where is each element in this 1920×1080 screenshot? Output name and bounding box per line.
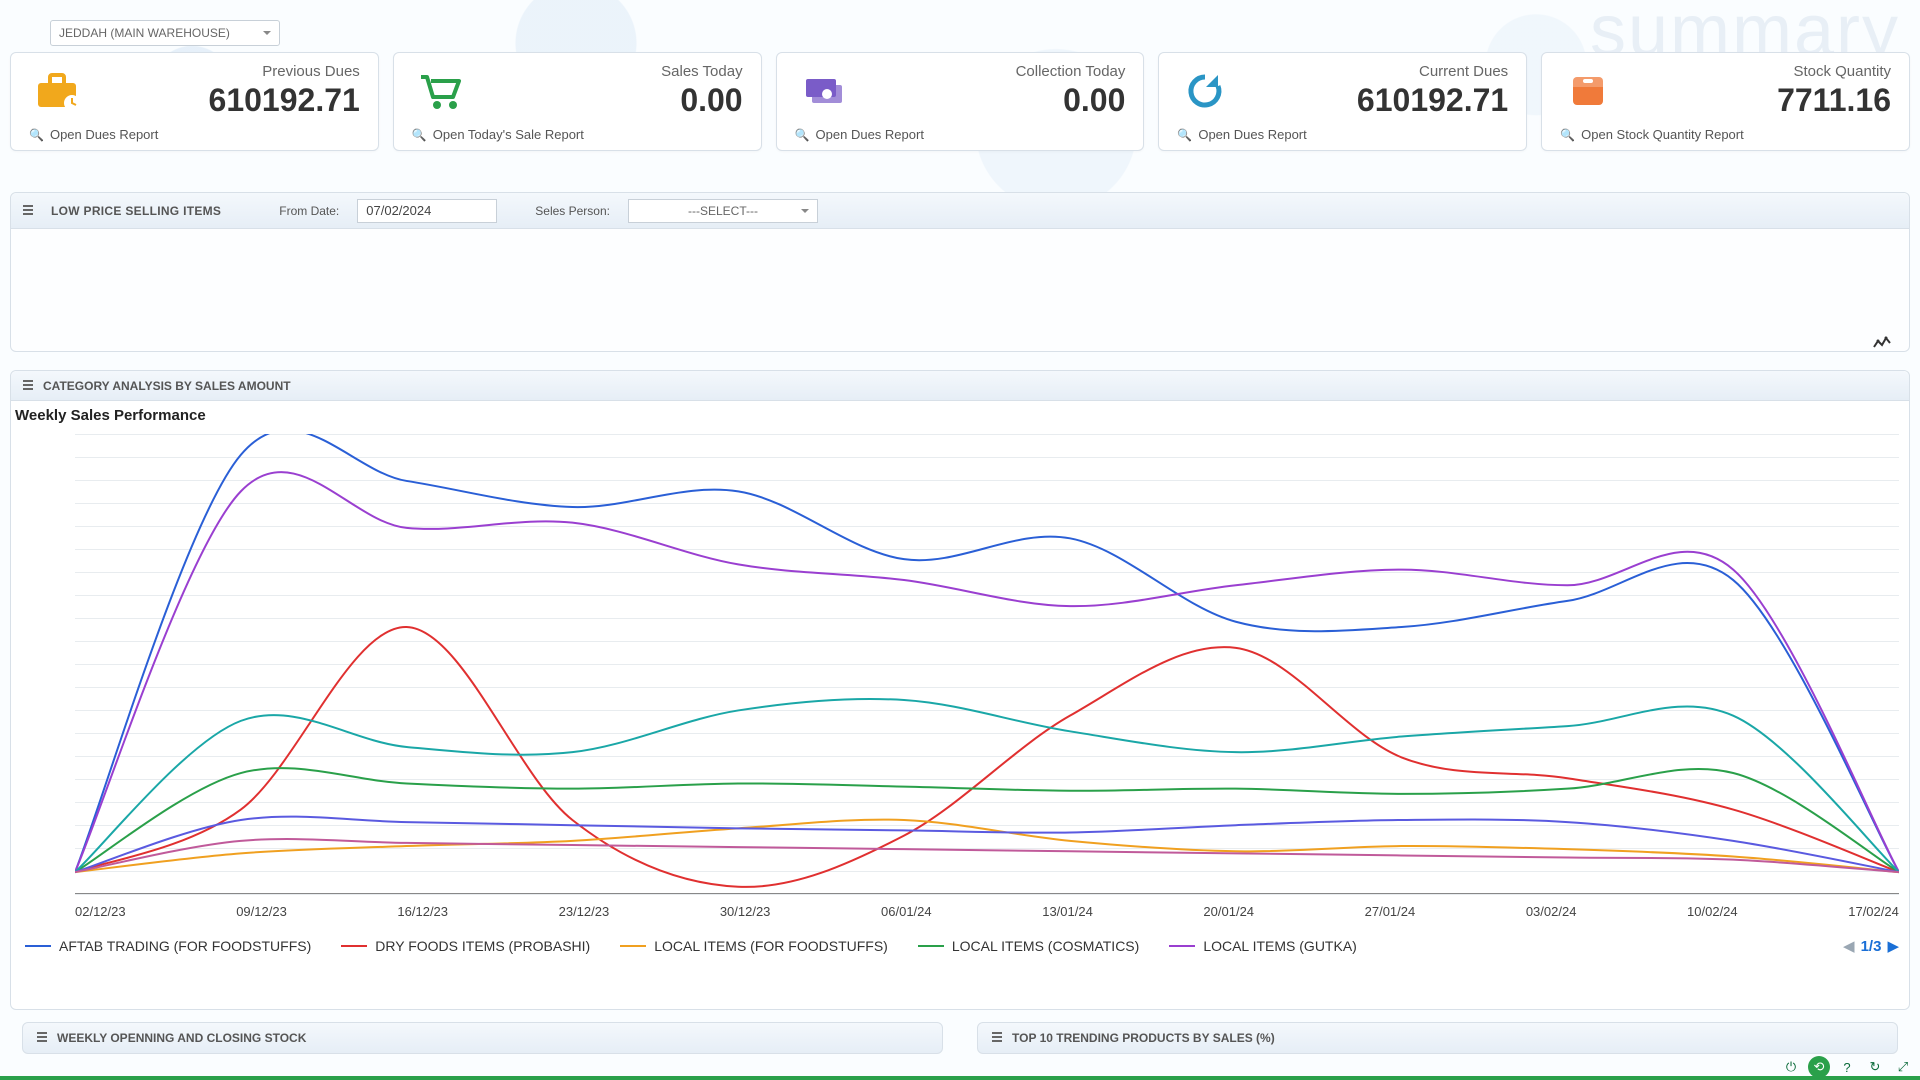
summary-card-briefcase: Previous Dues 610192.71 🔍Open Dues Report xyxy=(10,52,379,151)
legend-item[interactable]: LOCAL ITEMS (GUTKA) xyxy=(1169,938,1357,954)
summary-card-box: Stock Quantity 7711.16 🔍Open Stock Quantit… xyxy=(1541,52,1910,151)
legend-item[interactable]: AFTAB TRADING (FOR FOODSTUFFS) xyxy=(25,938,311,954)
report-icon: 🔍 xyxy=(1177,128,1192,142)
card-label: Sales Today xyxy=(661,63,742,80)
x-tick-label: 06/01/24 xyxy=(881,904,932,919)
legend-item[interactable]: DRY FOODS ITEMS (PROBASHI) xyxy=(341,938,590,954)
sales-person-label: Seles Person: xyxy=(535,204,610,218)
card-label: Current Dues xyxy=(1357,63,1508,80)
from-date-value: 07/02/2024 xyxy=(366,203,431,218)
report-icon: 🔍 xyxy=(795,128,810,142)
card-label: Stock Quantity xyxy=(1777,63,1891,80)
x-tick-label: 30/12/23 xyxy=(720,904,771,919)
summary-card-cart: Sales Today 0.00 🔍Open Today's Sale Report xyxy=(393,52,762,151)
chart-legend: AFTAB TRADING (FOR FOODSTUFFS) DRY FOODS … xyxy=(25,937,1899,955)
report-icon: 🔍 xyxy=(29,128,44,142)
from-date-label: From Date: xyxy=(279,204,339,218)
x-tick-label: 03/02/24 xyxy=(1526,904,1577,919)
category-chart-panel: CATEGORY ANALYSIS BY SALES AMOUNT Weekly… xyxy=(10,370,1910,1010)
chart-toggle-icon[interactable] xyxy=(1873,336,1891,353)
legend-label: LOCAL ITEMS (GUTKA) xyxy=(1203,938,1357,954)
chart-title: Weekly Sales Performance xyxy=(11,401,1909,430)
legend-swatch xyxy=(620,945,646,947)
from-date-input[interactable]: 07/02/2024 xyxy=(357,199,497,223)
x-tick-label: 20/01/24 xyxy=(1203,904,1254,919)
x-tick-label: 27/01/24 xyxy=(1365,904,1416,919)
cart-icon xyxy=(412,69,468,113)
report-icon: 🔍 xyxy=(412,128,427,142)
card-label: Collection Today xyxy=(1016,63,1126,80)
x-tick-label: 10/02/24 xyxy=(1687,904,1738,919)
list-icon xyxy=(23,204,33,218)
x-tick-label: 09/12/23 xyxy=(236,904,287,919)
x-tick-label: 17/02/24 xyxy=(1848,904,1899,919)
summary-card-money: Collection Today 0.00 🔍Open Dues Report xyxy=(776,52,1145,151)
card-value: 7711.16 xyxy=(1777,82,1891,119)
card-value: 0.00 xyxy=(661,82,742,119)
legend-swatch xyxy=(918,945,944,947)
low-price-panel: LOW PRICE SELLING ITEMS From Date: 07/02… xyxy=(10,192,1910,352)
list-icon xyxy=(37,1031,47,1045)
card-value: 610192.71 xyxy=(1357,82,1508,119)
legend-next-button[interactable]: ▶ xyxy=(1887,937,1899,955)
money-icon xyxy=(795,69,851,113)
warehouse-select-value: JEDDAH (MAIN WAREHOUSE) xyxy=(59,26,230,40)
weekly-stock-panel-header[interactable]: WEEKLY OPENNING AND CLOSING STOCK xyxy=(22,1022,943,1054)
card-value: 610192.71 xyxy=(209,82,360,119)
legend-item[interactable]: LOCAL ITEMS (FOR FOODSTUFFS) xyxy=(620,938,888,954)
report-icon: 🔍 xyxy=(1560,128,1575,142)
x-tick-label: 02/12/23 xyxy=(75,904,126,919)
chart-panel-title: CATEGORY ANALYSIS BY SALES AMOUNT xyxy=(43,379,291,393)
legend-swatch xyxy=(25,945,51,947)
chart-x-axis: 02/12/23 09/12/23 16/12/23 23/12/23 30/12/23… xyxy=(75,904,1899,919)
legend-prev-button[interactable]: ◀ xyxy=(1843,937,1855,955)
x-tick-label: 13/01/24 xyxy=(1042,904,1093,919)
card-report-link[interactable]: 🔍Open Dues Report xyxy=(795,127,1126,142)
x-tick-label: 16/12/23 xyxy=(397,904,448,919)
chart-plot-area xyxy=(75,434,1899,894)
warehouse-select[interactable]: JEDDAH (MAIN WAREHOUSE) xyxy=(50,20,280,46)
card-report-link[interactable]: 🔍Open Dues Report xyxy=(29,127,360,142)
help-icon[interactable]: ? xyxy=(1836,1056,1858,1078)
legend-swatch xyxy=(1169,945,1195,947)
low-price-title: LOW PRICE SELLING ITEMS xyxy=(51,204,221,218)
box-icon xyxy=(1560,69,1616,113)
legend-page: 1/3 xyxy=(1861,938,1882,955)
top10-title: TOP 10 TRENDING PRODUCTS BY SALES (%) xyxy=(1012,1031,1275,1045)
briefcase-icon xyxy=(29,69,85,113)
footer-toolbar: ⏻ ⟲ ? ↻ ⤢ xyxy=(1780,1056,1914,1078)
sales-person-select[interactable]: ---SELECT--- xyxy=(628,199,818,223)
legend-label: LOCAL ITEMS (COSMATICS) xyxy=(952,938,1139,954)
sales-person-placeholder: ---SELECT--- xyxy=(688,204,758,218)
legend-label: DRY FOODS ITEMS (PROBASHI) xyxy=(375,938,590,954)
card-label: Previous Dues xyxy=(209,63,360,80)
x-tick-label: 23/12/23 xyxy=(559,904,610,919)
top10-panel-header[interactable]: TOP 10 TRENDING PRODUCTS BY SALES (%) xyxy=(977,1022,1898,1054)
legend-label: AFTAB TRADING (FOR FOODSTUFFS) xyxy=(59,938,311,954)
legend-label: LOCAL ITEMS (FOR FOODSTUFFS) xyxy=(654,938,888,954)
card-report-link[interactable]: 🔍Open Stock Quantity Report xyxy=(1560,127,1891,142)
chevron-down-icon xyxy=(801,209,809,217)
legend-item[interactable]: LOCAL ITEMS (COSMATICS) xyxy=(918,938,1139,954)
list-icon xyxy=(992,1031,1002,1045)
summary-card-refresh: Current Dues 610192.71 🔍Open Dues Report xyxy=(1158,52,1527,151)
weekly-stock-title: WEEKLY OPENNING AND CLOSING STOCK xyxy=(57,1031,306,1045)
sync-icon[interactable]: ⟲ xyxy=(1808,1056,1830,1078)
legend-swatch xyxy=(341,945,367,947)
expand-icon[interactable]: ⤢ xyxy=(1892,1056,1914,1078)
chevron-down-icon xyxy=(263,31,271,39)
refresh-icon xyxy=(1177,69,1233,113)
card-report-link[interactable]: 🔍Open Dues Report xyxy=(1177,127,1508,142)
power-icon[interactable]: ⏻ xyxy=(1780,1056,1802,1078)
refresh-icon[interactable]: ↻ xyxy=(1864,1056,1886,1078)
card-report-link[interactable]: 🔍Open Today's Sale Report xyxy=(412,127,743,142)
list-icon xyxy=(23,379,33,393)
card-value: 0.00 xyxy=(1016,82,1126,119)
